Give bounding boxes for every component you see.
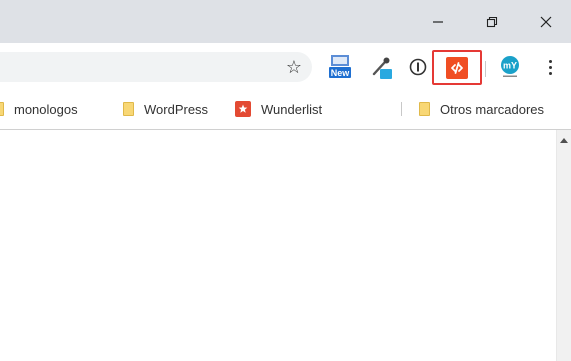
my-extension-icon: mY xyxy=(501,56,519,77)
page-content xyxy=(0,130,556,361)
minimize-button[interactable] xyxy=(416,0,460,43)
folder-icon xyxy=(419,102,430,116)
eyedropper-icon xyxy=(372,57,392,79)
browser-toolbar: ☆ New mY xyxy=(0,43,571,91)
new-extension-icon: New xyxy=(329,55,351,78)
restore-icon xyxy=(486,16,498,27)
my-extension-label: mY xyxy=(503,61,517,71)
new-badge-text: New xyxy=(331,68,351,78)
folder-icon xyxy=(123,102,134,116)
close-icon xyxy=(540,16,552,27)
bookmarks-separator xyxy=(401,102,402,116)
other-bookmarks-folder[interactable]: Otros marcadores xyxy=(419,100,544,118)
kebab-dot xyxy=(548,65,552,69)
highlighted-extension-button[interactable] xyxy=(446,56,468,79)
vertical-scrollbar[interactable] xyxy=(556,130,571,361)
eyedropper-extension-button[interactable] xyxy=(369,54,395,80)
bookmarks-bar: monologos WordPress Wunderlist Otros mar… xyxy=(0,91,571,127)
extension-separator xyxy=(485,61,486,77)
my-extension-button[interactable]: mY xyxy=(497,54,523,80)
minimize-icon xyxy=(433,20,443,23)
bookmark-wunderlist[interactable]: Wunderlist xyxy=(235,100,322,118)
restore-button[interactable] xyxy=(470,0,514,43)
address-bar[interactable] xyxy=(0,52,312,82)
scroll-up-arrow-icon[interactable] xyxy=(560,138,568,143)
bookmark-wordpress[interactable]: WordPress xyxy=(123,100,208,118)
highlighted-extension-frame xyxy=(432,50,482,85)
star-icon: ☆ xyxy=(285,56,303,78)
onepassword-extension-button[interactable] xyxy=(405,54,431,80)
window-titlebar xyxy=(0,0,571,43)
folder-icon xyxy=(0,102,4,116)
browser-menu-button[interactable] xyxy=(540,54,560,80)
bookmark-label: Otros marcadores xyxy=(440,101,545,117)
onepassword-icon xyxy=(409,58,427,76)
wunderlist-icon xyxy=(235,101,251,117)
bookmark-monologos[interactable]: monologos xyxy=(0,100,78,118)
wunderlist-star-icon xyxy=(238,104,248,113)
kebab-dot xyxy=(548,71,552,75)
close-button[interactable] xyxy=(524,0,568,43)
bookmark-label: Wunderlist xyxy=(261,101,323,117)
bookmark-star-button[interactable]: ☆ xyxy=(282,54,306,80)
bookmark-label: WordPress xyxy=(144,101,209,117)
code-tag-icon xyxy=(451,61,463,74)
kebab-menu-icon xyxy=(548,59,552,63)
bookmark-label: monologos xyxy=(14,101,78,117)
new-extension-button[interactable]: New xyxy=(327,54,353,80)
